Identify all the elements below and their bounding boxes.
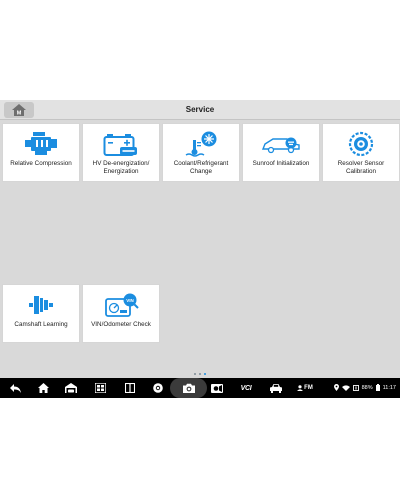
car-icon — [270, 384, 282, 393]
battery-percent: 88% — [361, 384, 373, 391]
camera-icon — [182, 383, 195, 393]
system-navbar: VCI FM 88% 11:17 — [0, 378, 400, 398]
chrome-icon — [153, 383, 163, 393]
vin-odometer-icon: VIN — [101, 291, 141, 319]
browser-button[interactable] — [151, 381, 165, 395]
record-icon — [211, 383, 223, 393]
car-garage-icon — [65, 383, 77, 393]
fm-button[interactable]: FM — [297, 381, 313, 395]
car-home-button[interactable] — [64, 381, 78, 395]
page-title: Service — [185, 105, 215, 114]
tile-vin-odometer-check[interactable]: VIN VIN/Odometer Check — [82, 284, 160, 343]
status-area: 88% 11:17 — [333, 384, 396, 391]
tile-label: Sunroof Initialization — [252, 160, 310, 167]
tile-label: Coolant/Refrigerant Change — [173, 160, 229, 175]
screen-record-button[interactable] — [210, 381, 224, 395]
fm-label: FM — [304, 385, 313, 391]
network-icon — [352, 384, 359, 391]
clock: 11:17 — [382, 384, 396, 391]
wifi-icon — [341, 384, 350, 391]
tile-label: Relative Compression — [10, 160, 72, 167]
page-dot[interactable] — [199, 373, 201, 375]
battery-icon — [375, 384, 380, 391]
app-screen: M Service Relative Compression HV De-ene… — [0, 100, 400, 378]
grid-icon — [94, 383, 106, 393]
car-sunroof-icon — [261, 130, 301, 158]
house-icon — [37, 383, 49, 393]
multitask-button[interactable] — [123, 381, 137, 395]
back-icon — [9, 383, 21, 393]
camshaft-icon — [21, 291, 61, 319]
coolant-icon — [181, 130, 221, 158]
tile-label: HV De-energization/ Energization — [92, 160, 150, 175]
tile-label: Camshaft Learning — [14, 321, 68, 328]
back-button[interactable] — [8, 381, 22, 395]
resolver-icon — [341, 130, 381, 158]
svg-text:VIN: VIN — [126, 298, 134, 303]
tile-relative-compression[interactable]: Relative Compression — [2, 123, 80, 182]
header-bar: M Service — [0, 100, 400, 120]
page-indicator — [194, 373, 206, 376]
home-nav-button[interactable] — [36, 381, 50, 395]
engine-icon — [21, 130, 61, 158]
tile-label: VIN/Odometer Check — [91, 321, 151, 328]
tablet-frame: M Service Relative Compression HV De-ene… — [0, 100, 400, 398]
tile-coolant-refrigerant[interactable]: Coolant/Refrigerant Change — [162, 123, 240, 182]
vci-label: VCI — [240, 384, 252, 392]
tile-resolver-sensor-calibration[interactable]: Resolver Sensor Calibration — [322, 123, 400, 182]
battery-icon — [101, 130, 141, 158]
dashboard-button[interactable] — [93, 381, 107, 395]
vci-button[interactable]: VCI — [234, 381, 258, 395]
car-connection-button[interactable] — [269, 381, 283, 395]
screenshot-button[interactable] — [170, 378, 207, 398]
user-icon — [297, 385, 304, 391]
location-icon — [333, 384, 339, 391]
page-dot[interactable] — [194, 373, 196, 375]
tile-label: Resolver Sensor Calibration — [337, 160, 385, 175]
tile-sunroof-initialization[interactable]: Sunroof Initialization — [242, 123, 320, 182]
tile-hv-de-energization[interactable]: HV De-energization/ Energization — [82, 123, 160, 182]
recent-apps-icon — [125, 383, 135, 393]
page-dot-active[interactable] — [204, 373, 206, 375]
tile-camshaft-learning[interactable]: Camshaft Learning — [2, 284, 80, 343]
